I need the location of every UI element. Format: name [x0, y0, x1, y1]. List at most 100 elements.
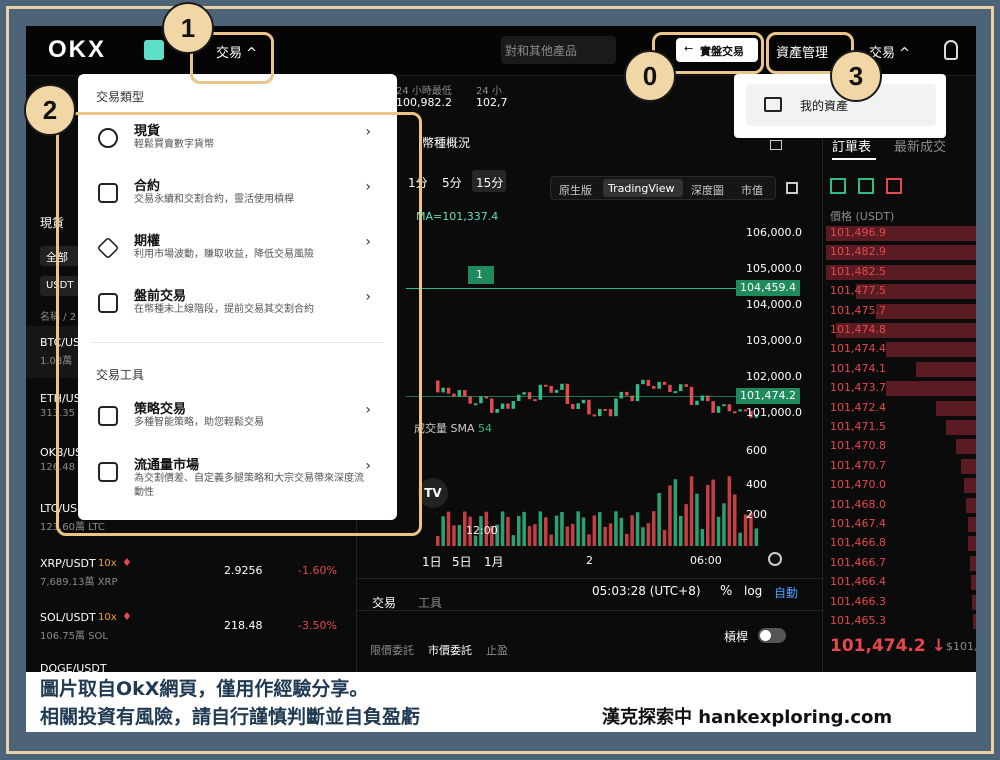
ask-price[interactable]: 101,496.9 [830, 226, 886, 239]
ask-depth-bar [916, 361, 976, 377]
ask-price[interactable]: 101,470.8 [830, 439, 886, 452]
interval-5m[interactable]: 5分 [442, 174, 462, 191]
ask-price[interactable]: 101,482.5 [830, 265, 886, 278]
order-tab-trade[interactable]: 交易 [372, 594, 396, 611]
candle [657, 381, 661, 389]
ask-price[interactable]: 101,466.7 [830, 556, 886, 569]
order-tab-tools[interactable]: 工具 [418, 594, 442, 611]
view-marketcap[interactable]: 市值 [741, 182, 763, 198]
fullscreen-icon[interactable] [786, 182, 798, 194]
candle [522, 392, 526, 395]
volume-bar [506, 516, 510, 546]
ask-price[interactable]: 101,466.4 [830, 575, 886, 588]
ask-price[interactable]: 101,474.1 [830, 362, 886, 375]
candle [490, 398, 494, 413]
tradingview-logo-icon: TV [418, 478, 448, 508]
ask-price[interactable]: 101,473.7 [830, 381, 886, 394]
candle [506, 403, 510, 409]
callout-0: 0 [624, 50, 676, 102]
mode-badge [144, 40, 164, 60]
log-toggle[interactable]: log [744, 584, 762, 598]
candle [695, 400, 699, 405]
ask-price[interactable]: 101,470.7 [830, 459, 886, 472]
auto-toggle[interactable]: 自動 [774, 584, 798, 601]
search-box[interactable]: 對和其他產品 [501, 36, 616, 64]
volume-bar [608, 523, 613, 546]
candle [544, 384, 548, 387]
volume-bar [614, 511, 618, 546]
chart-bottom-divider [356, 578, 822, 579]
ask-depth-bar [971, 575, 976, 591]
view-native[interactable]: 原生版 [559, 182, 592, 198]
volume-bar [668, 485, 672, 546]
user-icon[interactable] [944, 40, 958, 60]
candle [468, 396, 472, 404]
volume-bar [630, 515, 634, 546]
view-tradingview[interactable]: TradingView [603, 179, 683, 197]
percent-toggle[interactable]: % [720, 584, 732, 599]
order-type-limit[interactable]: 限價委託 [370, 642, 414, 658]
window-icon[interactable] [770, 140, 782, 150]
volume-bar [581, 517, 586, 546]
current-price-tag: 104,459.4 [736, 280, 800, 296]
range-5d[interactable]: 5日 [452, 553, 472, 570]
ask-price[interactable]: 101,477.5 [830, 284, 886, 297]
candle [603, 409, 607, 412]
ask-depth-bar [876, 303, 976, 319]
volume-bar [452, 525, 456, 546]
ask-price[interactable]: 101,470.0 [830, 478, 886, 491]
chart-settings-icon[interactable] [768, 552, 782, 566]
volume-bar [652, 511, 656, 546]
leverage-toggle[interactable] [758, 628, 786, 643]
book-view-both-icon[interactable] [830, 178, 846, 194]
ask-price[interactable]: 101,468.0 [830, 498, 886, 511]
candle [711, 401, 715, 413]
ask-price[interactable]: 101,467.4 [830, 517, 886, 530]
interval-15m[interactable]: 15分 [472, 170, 506, 192]
view-depth[interactable]: 深度圖 [691, 182, 724, 198]
volume-bar [473, 535, 478, 546]
pair-name[interactable]: DOGE/USDT [40, 662, 107, 672]
tab-overview[interactable]: 幣種概況 [422, 134, 470, 151]
ticker-value-2: 102,7 [476, 96, 508, 109]
candle [592, 414, 597, 417]
ask-depth-bar [968, 517, 976, 532]
volume-bar [727, 476, 732, 546]
callout-2: 2 [24, 84, 76, 136]
volume-bar [457, 524, 462, 546]
okx-logo[interactable]: OKX [48, 36, 106, 64]
ask-depth-bar [946, 420, 976, 435]
ask-price[interactable]: 101,482.9 [830, 245, 886, 258]
ask-price[interactable]: 101,471.5 [830, 420, 886, 433]
book-tab-trades[interactable]: 最新成交 [894, 136, 946, 155]
ask-price[interactable]: 101,474.4 [830, 342, 886, 355]
candle [587, 399, 591, 415]
ask-price[interactable]: 101,472.4 [830, 401, 886, 414]
ask-depth-bar [970, 555, 976, 571]
candle [733, 411, 737, 414]
ask-price[interactable]: 101,465.3 [830, 614, 886, 627]
ask-price[interactable]: 101,466.8 [830, 536, 886, 549]
candle [576, 403, 580, 410]
volume-bar [722, 503, 726, 546]
volume-bar [549, 534, 553, 546]
candle [652, 386, 656, 389]
book-tab-orderbook[interactable]: 訂單表 [832, 136, 871, 155]
position-marker[interactable]: 1 [468, 266, 494, 284]
volume-bar [565, 526, 570, 546]
book-view-bids-icon[interactable] [858, 178, 874, 194]
pair-name[interactable]: XRP/USDT [40, 557, 96, 570]
volume-bar [706, 484, 710, 546]
order-type-tp[interactable]: 止盈 [486, 642, 508, 658]
volume-bar [587, 534, 591, 546]
ask-price[interactable]: 101,466.3 [830, 595, 886, 608]
candle [716, 406, 721, 413]
order-type-market[interactable]: 市價委託 [428, 642, 472, 658]
range-1m[interactable]: 1月 [484, 553, 504, 570]
volume-bar [560, 511, 564, 546]
ask-price[interactable]: 101,475.7 [830, 304, 886, 317]
range-1d[interactable]: 1日 [422, 553, 442, 570]
ask-price[interactable]: 101,474.8 [830, 323, 886, 336]
pair-name[interactable]: SOL/USDT [40, 611, 96, 624]
book-view-asks-icon[interactable] [886, 178, 902, 194]
